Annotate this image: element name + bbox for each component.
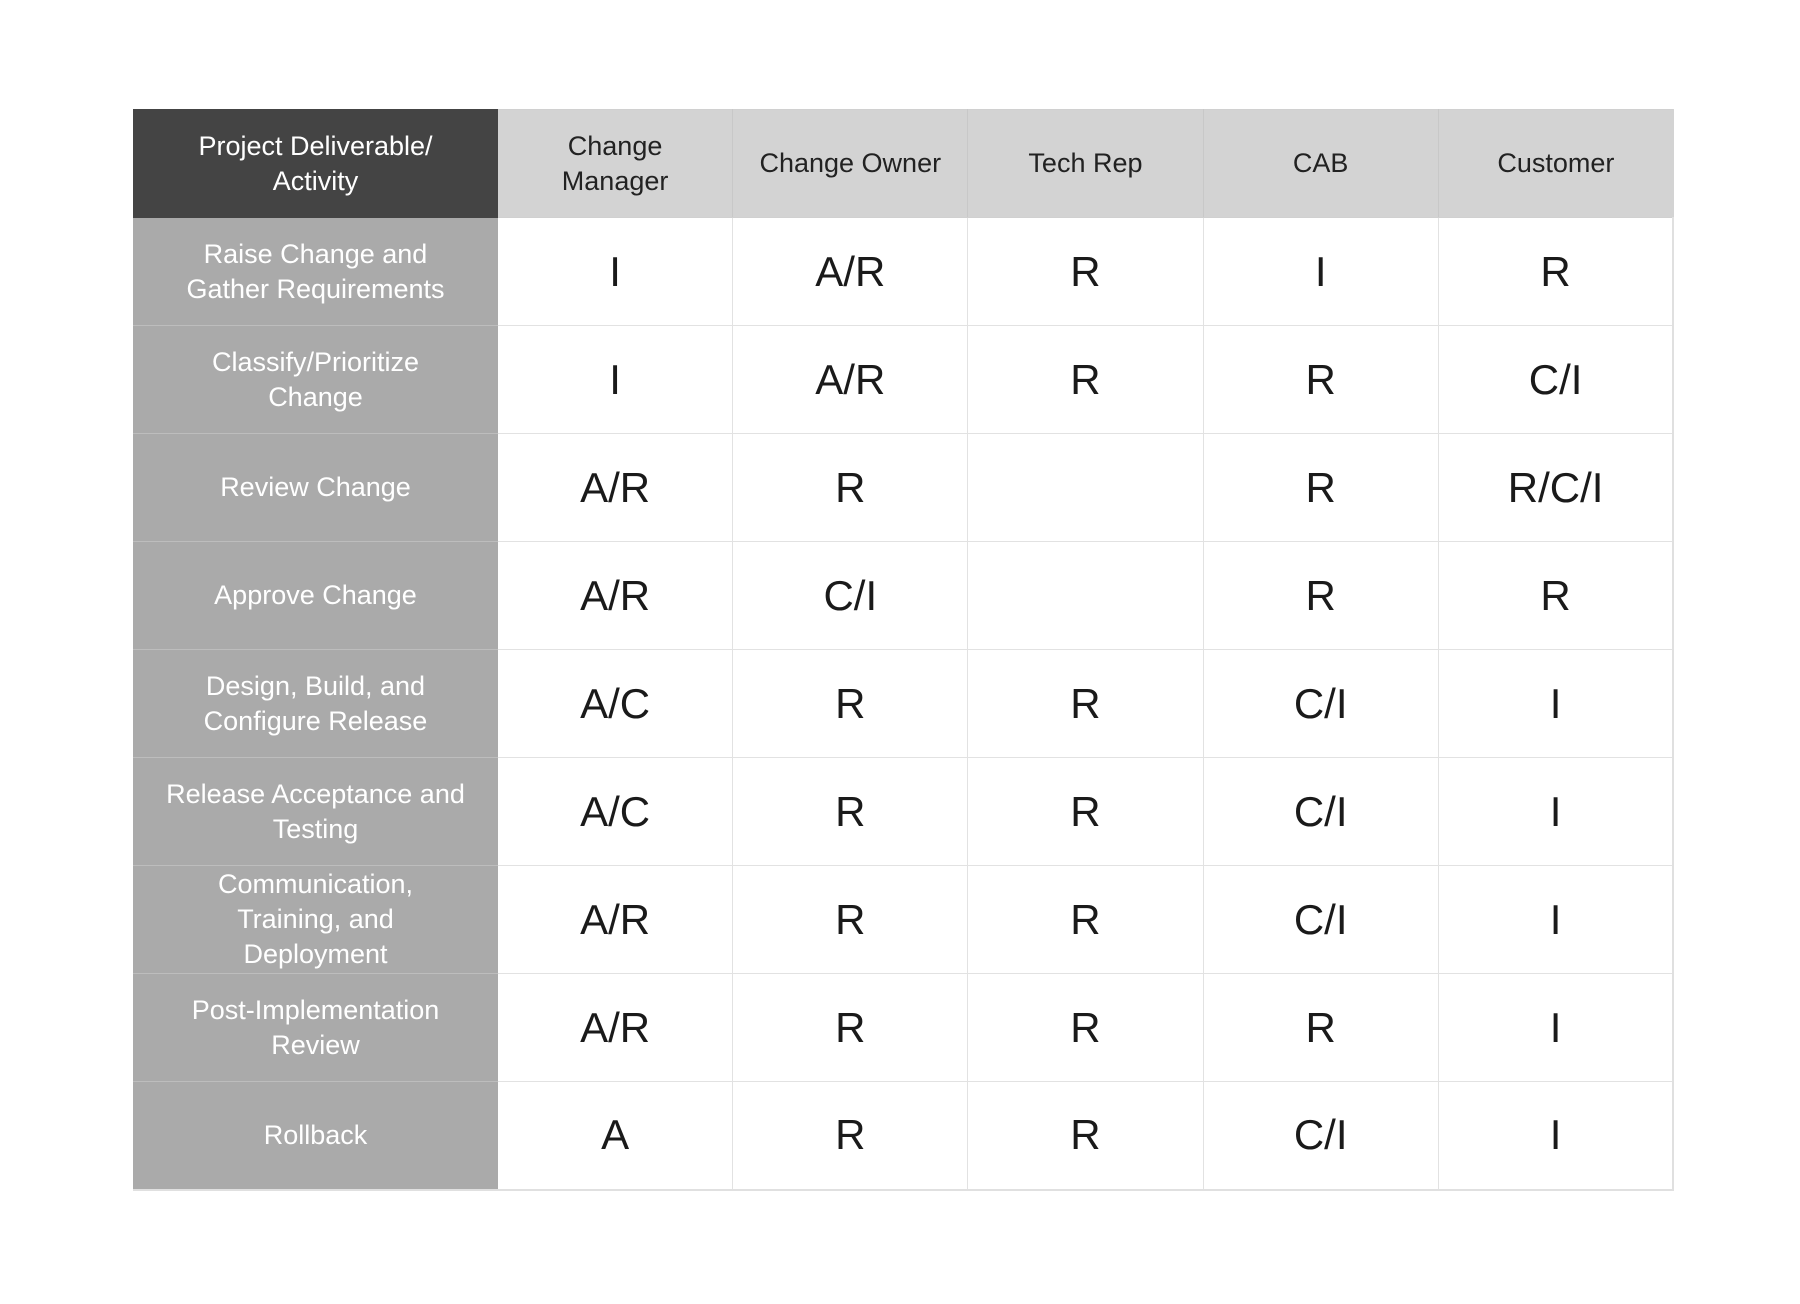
raci-value-cell: C/I: [1202, 757, 1439, 866]
activity-label: Release Acceptance and Testing: [166, 778, 465, 844]
table-row: Classify/Prioritize Change I A/R R R C/I: [133, 325, 1675, 434]
raci-value-cell: R: [1202, 325, 1439, 434]
raci-value-cell: R: [732, 649, 969, 758]
activity-cell: Post-Implementation Review: [133, 973, 498, 1082]
role-header-cab: CAB: [1202, 109, 1439, 218]
raci-value-cell: A/R: [732, 325, 969, 434]
role-header-change-manager: Change Manager: [496, 109, 734, 218]
raci-value-cell: A/C: [496, 649, 734, 758]
activity-label: Raise Change and Gather Requirements: [186, 238, 445, 304]
raci-value-cell: R: [732, 973, 969, 1082]
raci-value-cell: R: [967, 757, 1204, 866]
raci-value-cell: R: [1202, 433, 1439, 542]
raci-value-cell: R: [967, 217, 1204, 326]
raci-value-cell: I: [1437, 757, 1675, 866]
raci-value-cell: A/R: [496, 541, 734, 650]
raci-value-cell: I: [1437, 973, 1675, 1082]
role-header-label: Change Owner: [759, 148, 942, 178]
raci-value-cell: I: [1437, 649, 1675, 758]
table-row: Approve Change A/R C/I R R: [133, 541, 1675, 650]
raci-value-cell: A/R: [496, 973, 734, 1082]
raci-value-cell: C/I: [732, 541, 969, 650]
raci-value-cell: I: [496, 217, 734, 326]
raci-value-cell: [967, 433, 1204, 542]
role-header-customer: Customer: [1437, 109, 1674, 218]
raci-value-cell: R: [732, 865, 969, 974]
raci-matrix-table: Project Deliverable/ Activity Change Man…: [133, 109, 1675, 1191]
raci-value-cell: A/R: [496, 865, 734, 974]
raci-value-cell: R: [1437, 217, 1675, 326]
table-row: Design, Build, and Configure Release A/C R…: [133, 649, 1675, 758]
activity-cell: Release Acceptance and Testing: [133, 757, 498, 866]
activity-cell: Rollback: [133, 1081, 498, 1191]
role-header-label: CAB: [1292, 148, 1349, 178]
corner-header-cell: Project Deliverable/ Activity: [133, 109, 498, 218]
raci-table-body: Raise Change and Gather Requirements I A/R…: [133, 217, 1675, 1191]
raci-value-cell: A/R: [496, 433, 734, 542]
role-header-label: Tech Rep: [1028, 148, 1143, 178]
raci-value-cell: R: [732, 1081, 969, 1191]
role-header-label: Change Manager: [561, 130, 669, 196]
raci-value-cell: I: [496, 325, 734, 434]
raci-value-cell: R: [967, 325, 1204, 434]
header-row: Project Deliverable/ Activity Change Man…: [133, 109, 1674, 218]
raci-value-cell: A/R: [732, 217, 969, 326]
raci-value-cell: C/I: [1437, 325, 1675, 434]
activity-cell: Approve Change: [133, 541, 498, 650]
raci-value-cell: A: [496, 1081, 734, 1191]
activity-label: Post-Implementation Review: [191, 994, 440, 1060]
activity-label: Communication, Training, and Deployment: [217, 869, 414, 969]
activity-cell: Review Change: [133, 433, 498, 542]
table-row: Communication, Training, and Deployment A…: [133, 865, 1675, 974]
raci-value-cell: R: [1202, 541, 1439, 650]
activity-cell: Design, Build, and Configure Release: [133, 649, 498, 758]
activity-label: Rollback: [263, 1119, 368, 1150]
activity-label: Approve Change: [214, 580, 417, 610]
table-row: Rollback A R R C/I I: [133, 1081, 1675, 1191]
role-header-label: Customer: [1497, 148, 1615, 178]
raci-value-cell: C/I: [1202, 1081, 1439, 1191]
corner-header-label: Project Deliverable/ Activity: [198, 130, 433, 196]
activity-cell: Communication, Training, and Deployment: [133, 865, 498, 974]
raci-value-cell: I: [1437, 1081, 1675, 1191]
raci-value-cell: R: [967, 865, 1204, 974]
raci-value-cell: C/I: [1202, 649, 1439, 758]
raci-value-cell: I: [1202, 217, 1439, 326]
activity-label: Classify/Prioritize Change: [211, 346, 420, 412]
table-row: Raise Change and Gather Requirements I A/R…: [133, 217, 1675, 326]
raci-value-cell: I: [1437, 865, 1675, 974]
table-row: Post-Implementation Review A/R R R R I: [133, 973, 1675, 1082]
activity-label: Design, Build, and Configure Release: [203, 670, 428, 736]
raci-value-cell: [967, 541, 1204, 650]
raci-value-cell: R: [1202, 973, 1439, 1082]
table-row: Release Acceptance and Testing A/C R R C/I I: [133, 757, 1675, 866]
raci-value-cell: R: [1437, 541, 1675, 650]
raci-value-cell: R: [732, 757, 969, 866]
activity-label: Review Change: [220, 472, 411, 502]
activity-cell: Classify/Prioritize Change: [133, 325, 498, 434]
raci-value-cell: A/C: [496, 757, 734, 866]
raci-value-cell: R: [967, 973, 1204, 1082]
role-header-change-owner: Change Owner: [732, 109, 969, 218]
raci-value-cell: R: [732, 433, 969, 542]
raci-value-cell: R: [967, 649, 1204, 758]
raci-value-cell: R/C/I: [1437, 433, 1675, 542]
raci-value-cell: R: [967, 1081, 1204, 1191]
activity-cell: Raise Change and Gather Requirements: [133, 217, 498, 326]
table-row: Review Change A/R R R R/C/I: [133, 433, 1675, 542]
role-header-tech-rep: Tech Rep: [967, 109, 1204, 218]
raci-value-cell: C/I: [1202, 865, 1439, 974]
